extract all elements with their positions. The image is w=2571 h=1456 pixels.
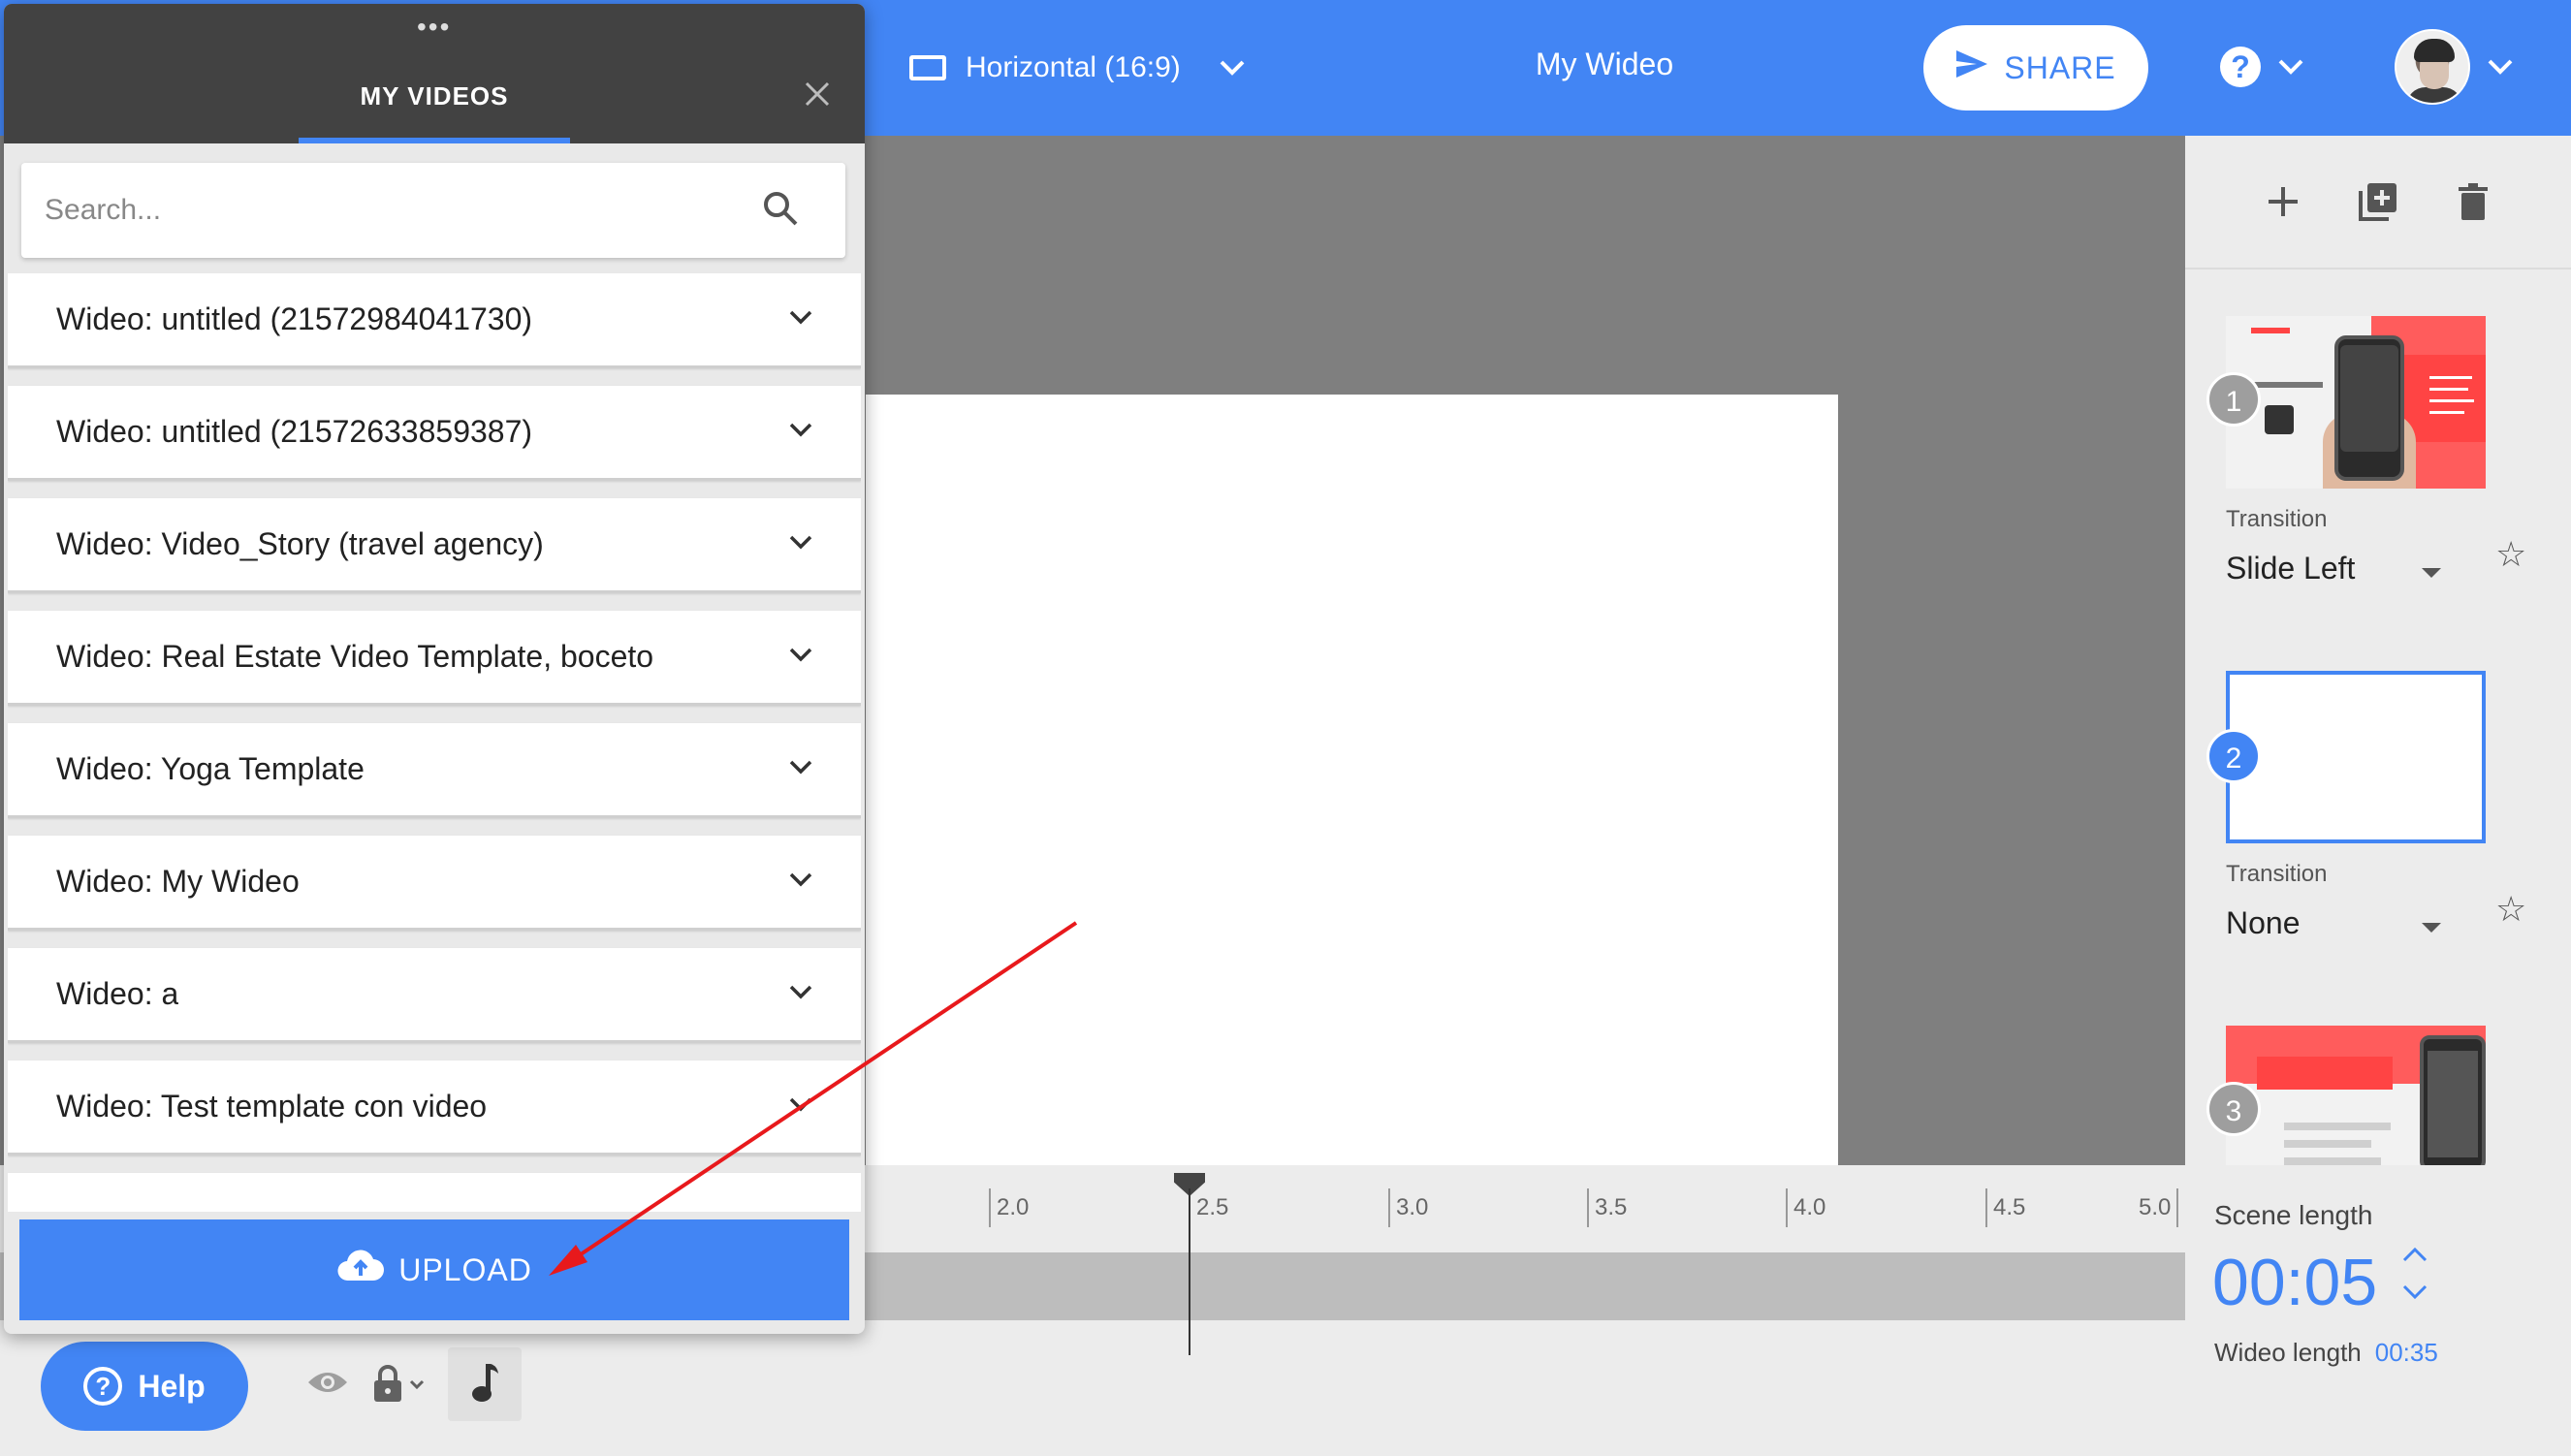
playhead-line	[1189, 1188, 1190, 1355]
eye-icon[interactable]	[306, 1369, 349, 1401]
video-name: Wideo: Yoga Template	[56, 751, 365, 786]
scene-thumbnail[interactable]	[2226, 316, 2486, 489]
video-name: Wideo: untitled (21572984041730)	[56, 301, 533, 336]
tick-label: 5.0	[2139, 1188, 2179, 1227]
chevron-down-icon[interactable]	[789, 309, 812, 330]
close-icon[interactable]	[805, 81, 830, 111]
video-list: Wideo: untitled (21572984041730) Wideo: …	[8, 273, 861, 1212]
help-button[interactable]: ? Help	[41, 1342, 248, 1431]
chevron-up-icon[interactable]	[2402, 1247, 2428, 1267]
transition-label: Transition	[2226, 861, 2328, 887]
help-menu[interactable]: ?	[2220, 47, 2303, 87]
share-label: SHARE	[2004, 49, 2116, 85]
caret-down-icon	[2422, 923, 2441, 933]
scene-number: 3	[2206, 1082, 2261, 1136]
list-item[interactable]: Wideo: Test template con video	[8, 1060, 861, 1155]
tick-label: 4.5	[1985, 1188, 2025, 1227]
list-item[interactable]	[8, 1173, 861, 1212]
chevron-down-icon[interactable]	[789, 647, 812, 667]
cloud-upload-icon	[336, 1250, 398, 1290]
star-icon[interactable]: ☆	[2495, 892, 2526, 927]
list-item[interactable]: Wideo: a	[8, 948, 861, 1043]
list-item[interactable]: Wideo: untitled (21572984041730)	[8, 273, 861, 368]
list-item[interactable]: Wideo: My Wideo	[8, 836, 861, 931]
music-button[interactable]	[448, 1347, 522, 1421]
star-icon[interactable]: ☆	[2495, 537, 2526, 572]
caret-down-icon	[2422, 568, 2441, 578]
plus-icon[interactable]	[2260, 178, 2306, 225]
video-name: Wideo: untitled (21572633859387)	[56, 414, 533, 449]
scenes-panel: 1 Transition Slide Left ☆ 2 Transition N…	[2185, 136, 2571, 1165]
video-name: Wideo: Video_Story (travel agency)	[56, 526, 544, 561]
panel-title-tab[interactable]: MY VIDEOS	[299, 81, 570, 111]
trash-icon[interactable]	[2450, 178, 2496, 225]
list-item[interactable]: Wideo: Yoga Template	[8, 723, 861, 818]
scenes-toolbar	[2185, 136, 2571, 269]
video-name: Wideo: a	[56, 976, 179, 1011]
help-label: Help	[138, 1368, 206, 1404]
scene-number: 2	[2206, 729, 2261, 783]
chevron-down-icon[interactable]	[789, 871, 812, 892]
wideo-length-value: 00:35	[2374, 1338, 2438, 1367]
tick-label: 2.5	[1189, 1188, 1228, 1227]
account-menu[interactable]	[2395, 29, 2513, 105]
tick-label: 3.5	[1587, 1188, 1627, 1227]
scene-canvas[interactable]	[866, 395, 1838, 1168]
panel-header: ••• MY VIDEOS	[4, 4, 865, 143]
help-icon: ?	[83, 1367, 123, 1406]
tick-label: 3.0	[1388, 1188, 1428, 1227]
avatar	[2395, 29, 2470, 105]
my-videos-panel: ••• MY VIDEOS Wideo: untitled (215729840…	[4, 4, 865, 1334]
drag-handle-icon[interactable]: •••	[417, 14, 451, 41]
chevron-down-icon	[2488, 59, 2513, 75]
chevron-down-icon	[2278, 59, 2303, 75]
video-name: Wideo: My Wideo	[56, 864, 300, 899]
upload-button[interactable]: UPLOAD	[19, 1219, 849, 1320]
tick-label: 2.0	[989, 1188, 1029, 1227]
chevron-down-icon[interactable]	[2402, 1284, 2428, 1305]
format-label: Horizontal (16:9)	[966, 51, 1181, 83]
send-icon	[1955, 49, 2004, 86]
screen-icon	[909, 55, 946, 80]
format-select[interactable]: Horizontal (16:9)	[909, 43, 1245, 93]
chevron-down-icon[interactable]	[789, 1096, 812, 1117]
transition-select[interactable]: Slide Left	[2226, 551, 2441, 586]
list-item[interactable]: Wideo: Video_Story (travel agency)	[8, 498, 861, 593]
chevron-down-icon	[1220, 60, 1245, 76]
tab-indicator	[299, 138, 570, 143]
video-name: Wideo: Real Estate Video Template, bocet…	[56, 639, 654, 674]
chevron-down-icon[interactable]	[789, 534, 812, 554]
scene-length-value[interactable]: 00:05	[2212, 1245, 2377, 1320]
chevron-down-icon[interactable]	[789, 984, 812, 1004]
wideo-length-label: Wideo length	[2214, 1338, 2362, 1367]
search-box	[21, 163, 845, 258]
scene-thumbnail[interactable]	[2226, 1026, 2486, 1165]
layer-controls	[306, 1347, 522, 1421]
list-item[interactable]: Wideo: Real Estate Video Template, bocet…	[8, 611, 861, 706]
scene-length-panel: Scene length 00:05 Wideo length 00:35	[2185, 1165, 2571, 1456]
search-icon[interactable]	[762, 190, 799, 232]
music-note-icon	[470, 1362, 499, 1408]
lock-icon[interactable]	[372, 1365, 425, 1404]
transition-select[interactable]: None	[2226, 905, 2441, 941]
wideo-length: Wideo length 00:35	[2214, 1338, 2438, 1368]
search-input[interactable]	[21, 194, 758, 227]
upload-label: UPLOAD	[398, 1251, 532, 1287]
list-item[interactable]: Wideo: untitled (21572633859387)	[8, 386, 861, 481]
transition-label: Transition	[2226, 506, 2328, 532]
scene-length-stepper	[2402, 1247, 2428, 1305]
video-title[interactable]: My Wideo	[1435, 47, 1774, 82]
share-button[interactable]: SHARE	[1923, 25, 2148, 111]
duplicate-icon[interactable]	[2355, 178, 2401, 225]
tick-label: 4.0	[1786, 1188, 1825, 1227]
chevron-down-icon[interactable]	[789, 759, 812, 779]
scene-length-label: Scene length	[2214, 1200, 2373, 1230]
video-name: Wideo: Test template con video	[56, 1089, 488, 1124]
chevron-down-icon[interactable]	[789, 422, 812, 442]
scene-number: 1	[2206, 372, 2261, 427]
scene-thumbnail[interactable]	[2226, 671, 2486, 843]
help-icon: ?	[2220, 47, 2261, 87]
